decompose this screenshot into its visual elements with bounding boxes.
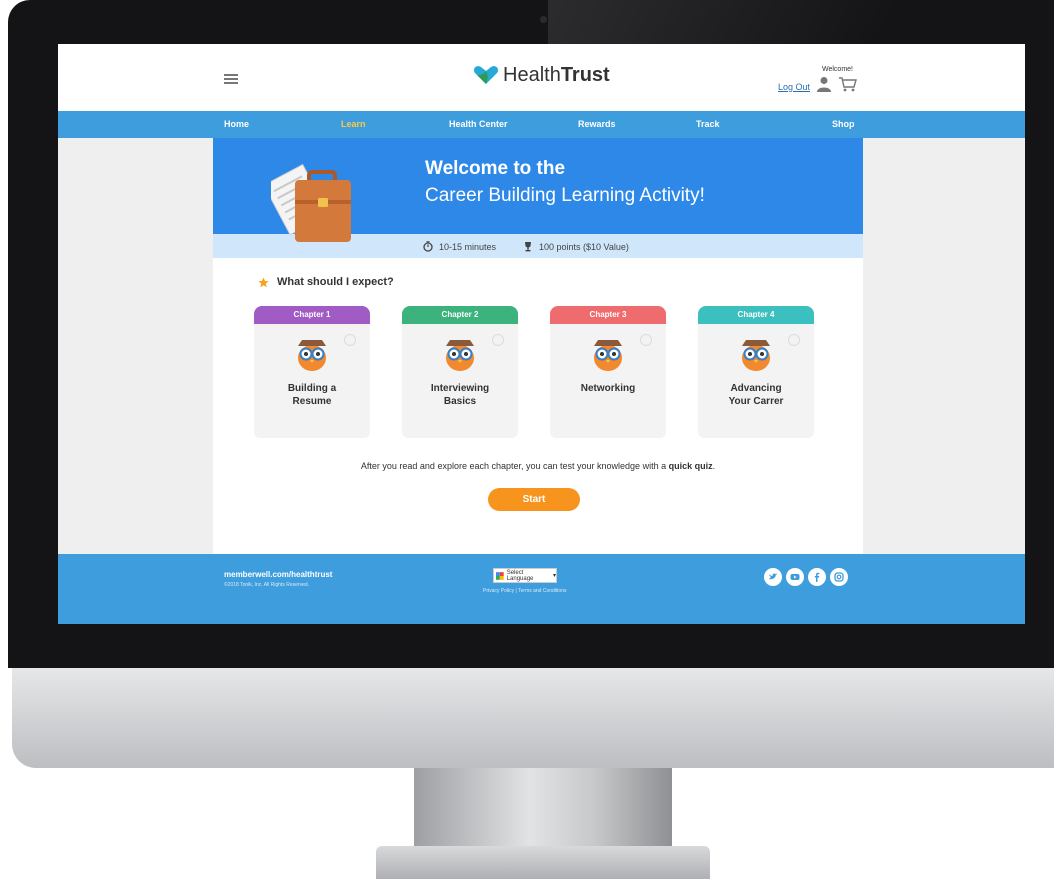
welcome-text: Welcome! xyxy=(822,66,853,73)
instructions-main: After you read and explore each chapter,… xyxy=(360,461,669,471)
instructions-text: After you read and explore each chapter,… xyxy=(213,461,863,471)
chapter-title: Networking xyxy=(550,382,666,395)
chapter-card-3[interactable]: Chapter 3 Networking xyxy=(550,306,666,438)
main-nav: Home Learn Health Center Rewards Track S… xyxy=(58,111,1025,138)
chapter-body: Building a Resume xyxy=(254,324,370,438)
chapter-title: Advancing Your Carrer xyxy=(698,382,814,408)
monitor-chin xyxy=(12,668,1054,768)
chapter-tab: Chapter 3 xyxy=(550,306,666,324)
heart-logo-icon xyxy=(473,66,499,84)
chapter-tab: Chapter 4 xyxy=(698,306,814,324)
chapter-body: Networking xyxy=(550,324,666,438)
google-translate-icon xyxy=(496,571,504,580)
chapter-title-line2: Your Carrer xyxy=(728,396,784,407)
camera-icon xyxy=(540,16,547,23)
start-button[interactable]: Start xyxy=(488,488,580,511)
youtube-icon[interactable] xyxy=(786,568,804,586)
chapter-title-line1: Building a xyxy=(287,383,337,394)
monitor-stand-base xyxy=(376,846,710,879)
chapter-tab: Chapter 2 xyxy=(402,306,518,324)
brand-bold: Trust xyxy=(560,63,610,86)
terms-link[interactable]: Terms and Conditions xyxy=(518,588,566,594)
chapter-title: Building a Resume xyxy=(254,382,370,408)
chapter-title-line1: Advancing xyxy=(730,383,782,394)
points-text: 100 points ($10 Value) xyxy=(539,241,629,252)
decoration-icon xyxy=(788,334,800,346)
owl-icon xyxy=(298,340,326,371)
stopwatch-icon xyxy=(423,241,433,252)
chapter-title-line1: Networking xyxy=(580,383,636,394)
points-info: 100 points ($10 Value) xyxy=(523,241,629,252)
footer: memberwell.com/healthtrust ©2018 Tonik, … xyxy=(58,554,1025,624)
chapter-card-2[interactable]: Chapter 2 Interviewing Basics xyxy=(402,306,518,438)
logout-link[interactable]: Log Out xyxy=(778,82,810,92)
chapter-card-1[interactable]: Chapter 1 Building a Resume xyxy=(254,306,370,438)
chapter-body: Interviewing Basics xyxy=(402,324,518,438)
instructions-end: . xyxy=(712,461,716,471)
expect-heading: What should I expect? xyxy=(258,276,394,288)
user-icon[interactable] xyxy=(816,76,832,92)
menu-icon[interactable] xyxy=(224,74,238,84)
instagram-icon[interactable] xyxy=(830,568,848,586)
decoration-icon xyxy=(344,334,356,346)
decoration-icon xyxy=(492,334,504,346)
trophy-icon xyxy=(525,242,531,252)
owl-icon xyxy=(446,340,474,371)
language-select[interactable]: Select Language ▾ xyxy=(493,568,557,583)
owl-icon xyxy=(594,340,622,371)
screen: HealthTrust Welcome! Log Out Home Learn … xyxy=(58,44,1025,624)
twitter-icon[interactable] xyxy=(764,568,782,586)
chapter-title-line2: Basics xyxy=(443,396,477,407)
chapter-tab: Chapter 1 xyxy=(254,306,370,324)
hero-subtitle: Career Building Learning Activity! xyxy=(425,185,705,206)
star-icon xyxy=(258,277,269,287)
brand-prefix: Health xyxy=(503,63,561,86)
facebook-icon[interactable] xyxy=(808,568,826,586)
chevron-down-icon: ▾ xyxy=(552,573,556,579)
owl-icon xyxy=(742,340,770,371)
nav-rewards[interactable]: Rewards xyxy=(578,119,616,129)
chapter-card-4[interactable]: Chapter 4 Advancing Your Carrer xyxy=(698,306,814,438)
chapter-title-line1: Interviewing xyxy=(430,383,490,394)
activity-card: Welcome to the Career Building Learning … xyxy=(213,138,863,554)
copyright-text: ©2018 Tonik, Inc. All Rights Reserved. xyxy=(224,582,310,588)
nav-learn[interactable]: Learn xyxy=(341,119,366,129)
expect-heading-text: What should I expect? xyxy=(277,276,394,288)
nav-shop[interactable]: Shop xyxy=(832,119,855,129)
decoration-icon xyxy=(640,334,652,346)
nav-home[interactable]: Home xyxy=(224,119,249,129)
duration-text: 10-15 minutes xyxy=(439,241,497,252)
top-bar: HealthTrust Welcome! Log Out xyxy=(58,44,1025,111)
language-select-label: Select Language xyxy=(506,569,534,582)
chapter-body: Advancing Your Carrer xyxy=(698,324,814,438)
privacy-link[interactable]: Privacy Policy xyxy=(483,588,514,594)
nav-health-center[interactable]: Health Center xyxy=(449,119,508,129)
chapter-title-line2: Resume xyxy=(292,396,332,407)
duration-info: 10-15 minutes xyxy=(423,241,496,252)
healthtrust-logo[interactable]: HealthTrust xyxy=(473,61,610,89)
hero-title: Welcome to the xyxy=(425,158,566,179)
instructions-bold: quick quiz xyxy=(668,461,713,471)
briefcase-icon xyxy=(271,164,351,242)
legal-links: Privacy Policy | Terms and Conditions xyxy=(483,588,567,594)
nav-track[interactable]: Track xyxy=(696,119,720,129)
site-url-link[interactable]: memberwell.com/healthtrust xyxy=(224,570,332,579)
monitor-stand-neck xyxy=(414,768,672,853)
brand-name: HealthTrust xyxy=(503,64,610,87)
chapter-title: Interviewing Basics xyxy=(402,382,518,408)
cart-icon[interactable] xyxy=(838,76,858,92)
